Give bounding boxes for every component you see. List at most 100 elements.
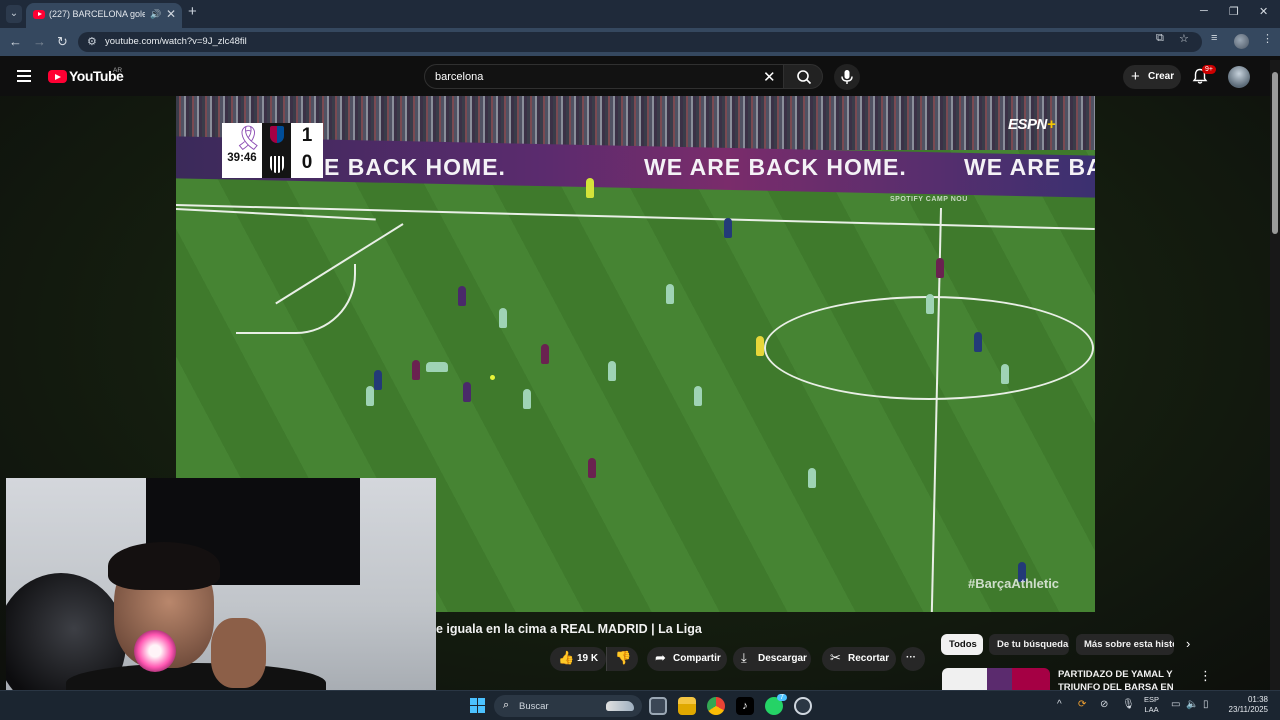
whatsapp-badge: 7 (777, 694, 787, 701)
display-icon[interactable]: ▭ (1171, 699, 1180, 710)
scoreboard: 🎗 39:46 1 0 (222, 123, 323, 178)
taskbar-search-label: Buscar (519, 701, 549, 712)
clock-date: 23/11/2025 (1228, 705, 1268, 714)
scissors-icon: ✂ (830, 650, 841, 665)
webcam-microphone (134, 630, 176, 672)
match-ball (490, 375, 495, 380)
address-bar[interactable]: ⚙ youtube.com/watch?v=9J_zlc48fil (78, 32, 1202, 52)
chrome-icon[interactable] (707, 697, 725, 715)
close-icon[interactable]: ✕ (166, 7, 176, 21)
tiktok-icon[interactable]: ♪ (736, 697, 754, 715)
bookmark-star-icon[interactable]: ☆ (1179, 32, 1189, 45)
volume-icon[interactable]: 🔈 (1186, 699, 1198, 710)
create-label: Crear (1148, 71, 1175, 82)
webcam-person-hand (211, 618, 266, 688)
recommended-kebab-icon[interactable]: ⋮ (1199, 668, 1212, 684)
youtube-favicon-icon (33, 10, 45, 19)
audio-icon[interactable]: 🔊 (150, 9, 161, 20)
player-barca (541, 344, 549, 364)
share-button[interactable]: ➦ Compartir (647, 647, 727, 671)
like-button[interactable]: 👍 19 K (550, 647, 606, 671)
youtube-header: YouTube AR barcelona ✕ + Crear 9+ (0, 56, 1280, 96)
forward-icon[interactable]: → (33, 34, 46, 49)
scrollbar-thumb[interactable] (1272, 72, 1278, 234)
player-barca (458, 286, 466, 306)
clock-time: 01:38 (1247, 695, 1268, 704)
microphone-tray-icon[interactable]: 🎙 (1122, 699, 1135, 710)
broadcaster-plus: + (1046, 116, 1056, 133)
player-athletic (366, 386, 374, 406)
search-button[interactable] (783, 64, 823, 89)
download-button[interactable]: ⤓ Descargar (733, 647, 811, 671)
more-actions-button[interactable]: ··· (901, 647, 925, 671)
restore-icon[interactable]: ❐ (1229, 5, 1239, 18)
window-close-icon[interactable]: ✕ (1259, 5, 1268, 18)
windows-taskbar: ⌕ Buscar ♪ 7 ^ ⟳ ⊘ 🎙 ESP LAA ▭ 🔈 ▯ 01:38… (0, 690, 1280, 720)
profile-icon[interactable] (1234, 34, 1249, 49)
system-clock[interactable]: 01:38 23/11/2025 (1222, 695, 1268, 715)
share-icon: ➦ (655, 650, 666, 665)
clip-button[interactable]: ✂ Recortar (822, 647, 896, 671)
search-input[interactable]: barcelona ✕ (424, 64, 784, 89)
player-barca (974, 332, 982, 352)
chip-de-tu-busqueda[interactable]: De tu búsqueda (989, 634, 1069, 655)
language-indicator[interactable]: ESP LAA (1144, 695, 1159, 715)
hamburger-menu-icon[interactable] (17, 70, 31, 82)
windows-start-icon[interactable] (470, 698, 485, 713)
ad-board-text-left: E BACK HOME. (324, 154, 506, 180)
search-query: barcelona (435, 71, 484, 83)
scoreboard-crest: 🎗 39:46 (222, 123, 264, 178)
file-explorer-icon[interactable] (678, 697, 696, 715)
barcelona-crest-icon (270, 126, 284, 143)
like-count: 19 K (577, 653, 599, 664)
browser-tab-active[interactable]: (227) BARCELONA goleó 4-0 🔊 ✕ (26, 3, 182, 28)
browser-tab-strip: ⌄ (227) BARCELONA goleó 4-0 🔊 ✕ + ─ ❐ ✕ (0, 0, 1280, 28)
page-scrollbar[interactable] (1270, 60, 1280, 690)
player-athletic-fallen (426, 362, 448, 372)
minimize-icon[interactable]: ─ (1200, 5, 1208, 17)
back-icon[interactable]: ← (9, 34, 22, 49)
more-actions-icon: ··· (906, 652, 916, 663)
scoreboard-scores: 1 0 (291, 123, 323, 178)
kebab-menu-icon[interactable]: ⋮ (1262, 32, 1273, 45)
tab-search-icon[interactable]: ⌄ (6, 5, 22, 23)
chip-mas-sobre-esta-historia[interactable]: Más sobre esta historia (1076, 634, 1174, 655)
battery-icon[interactable]: ▯ (1203, 699, 1209, 710)
network-off-icon[interactable]: ⊘ (1100, 699, 1108, 710)
recommended-title[interactable]: PARTIDAZO DE YAMAL Y TRIUNFO DEL BARSA E… (1058, 668, 1188, 690)
download-label: Descargar (758, 653, 807, 664)
penalty-arc (236, 264, 356, 334)
media-controls-icon[interactable]: ≡ (1211, 32, 1217, 44)
search-highlight-icon (606, 701, 634, 711)
new-tab-button[interactable]: + (188, 3, 197, 20)
recommended-thumbnail[interactable] (942, 668, 1050, 690)
reload-icon[interactable]: ↻ (57, 34, 68, 50)
player-barca (374, 370, 382, 390)
player-athletic (608, 361, 616, 381)
player-athletic (808, 468, 816, 488)
avatar[interactable] (1228, 66, 1250, 88)
player-athletic (523, 389, 531, 409)
dislike-button[interactable]: 👎 (606, 647, 638, 671)
player-goalkeeper (586, 178, 594, 198)
site-info-icon[interactable]: ⚙ (87, 35, 97, 48)
cast-icon[interactable]: ⧉ (1156, 32, 1164, 45)
app-icon[interactable] (794, 697, 812, 715)
player-barca (936, 258, 944, 278)
share-label: Compartir (673, 653, 721, 664)
tray-overflow-icon[interactable]: ^ (1057, 699, 1062, 710)
sync-icon[interactable]: ⟳ (1078, 699, 1086, 710)
ad-board-text-center: WE ARE BACK HOME. (644, 154, 907, 180)
ribbon-icon: 🎗 (233, 125, 264, 152)
taskbar-search[interactable]: ⌕ Buscar (494, 695, 642, 717)
voice-search-button[interactable] (834, 64, 860, 90)
chip-todos[interactable]: Todos (941, 634, 983, 655)
chevron-right-icon[interactable]: › (1186, 636, 1190, 651)
referee (756, 336, 764, 356)
search-icon (797, 70, 812, 85)
keyboard-layout: LAA (1144, 705, 1159, 714)
create-button[interactable]: + Crear (1123, 65, 1181, 89)
youtube-logo-icon[interactable] (48, 70, 67, 83)
clear-search-icon[interactable]: ✕ (763, 68, 776, 86)
task-view-icon[interactable] (649, 697, 667, 715)
